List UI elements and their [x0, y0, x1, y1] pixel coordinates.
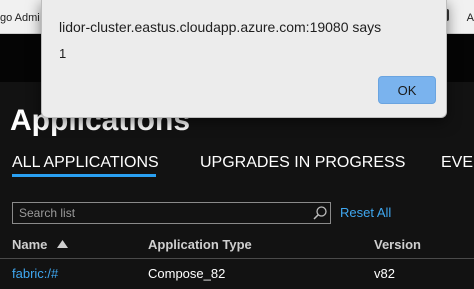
search-input[interactable]: [13, 203, 309, 223]
search-icon[interactable]: [312, 205, 328, 221]
sort-ascending-icon[interactable]: [57, 240, 68, 248]
tab-all-applications[interactable]: ALL APPLICATIONS: [12, 154, 159, 172]
table-row-application-type: Compose_82: [148, 266, 226, 281]
search-box: [12, 202, 331, 224]
alert-message: 1: [59, 46, 67, 61]
tab-upgrades-in-progress[interactable]: UPGRADES IN PROGRESS: [200, 154, 405, 172]
column-header-application-type[interactable]: Application Type: [148, 237, 252, 252]
ok-button[interactable]: OK: [378, 76, 436, 104]
browser-tab-title[interactable]: go Admi: [0, 12, 40, 24]
alert-dialog: lidor-cluster.eastus.cloudapp.azure.com:…: [41, 0, 447, 118]
table-row-name-link[interactable]: fabric:/#: [12, 266, 58, 281]
browser-tab-title-right[interactable]: A: [467, 12, 474, 24]
table-row-version: v82: [374, 266, 395, 281]
column-header-version[interactable]: Version: [374, 237, 421, 252]
table-divider: [0, 258, 474, 259]
column-header-name[interactable]: Name: [12, 237, 47, 252]
alert-origin-text: lidor-cluster.eastus.cloudapp.azure.com:…: [59, 19, 382, 35]
reset-all-link[interactable]: Reset All: [340, 205, 391, 220]
active-tab-indicator: [12, 174, 156, 177]
tab-events[interactable]: EVE: [441, 154, 473, 172]
